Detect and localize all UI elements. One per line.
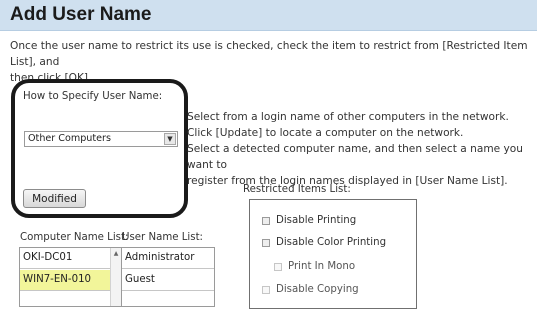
checkbox-icon[interactable] — [262, 216, 270, 225]
disable-color-printing-label: Disable Color Printing — [276, 237, 387, 248]
specify-method-label: How to Specify User Name: — [23, 91, 163, 102]
specify-method-select[interactable]: Other Computers ▼ — [24, 131, 178, 147]
user-list-item[interactable]: Administrator — [122, 248, 214, 269]
computer-list-item-selected[interactable]: WIN7-EN-010 — [20, 270, 111, 291]
computer-list-label: Computer Name List: — [20, 232, 129, 243]
help-line-1: Select from a login name of other comput… — [187, 111, 509, 123]
disable-copying-checkbox[interactable]: Disable Copying — [262, 284, 359, 295]
chevron-down-icon[interactable]: ▼ — [164, 133, 176, 145]
disable-color-printing-checkbox[interactable]: Disable Color Printing — [262, 237, 386, 248]
scroll-up-arrow-icon[interactable]: ▲ — [111, 250, 121, 257]
intro-line-1: Once the user name to restrict its use i… — [10, 40, 528, 68]
checkbox-icon[interactable] — [274, 262, 282, 271]
restricted-items-label: Restricted Items List: — [243, 184, 351, 195]
specify-method-panel: How to Specify User Name: Other Computer… — [11, 79, 188, 218]
disable-printing-checkbox[interactable]: Disable Printing — [262, 215, 356, 226]
modified-button[interactable]: Modified — [23, 189, 86, 208]
disable-printing-label: Disable Printing — [276, 215, 357, 226]
print-in-mono-checkbox[interactable]: Print In Mono — [274, 261, 355, 272]
help-line-2: Click [Update] to locate a computer on t… — [187, 127, 464, 139]
help-text: Select from a login name of other comput… — [187, 109, 532, 189]
help-line-4: register from the login names displayed … — [187, 175, 508, 187]
specify-method-value: Other Computers — [28, 133, 111, 144]
page-header: Add User Name — [0, 0, 537, 31]
computer-list-item[interactable]: OKI-DC01 — [20, 248, 111, 269]
user-list[interactable]: Administrator Guest — [121, 247, 215, 307]
page-title: Add User Name — [10, 4, 152, 25]
help-line-3: Select a detected computer name, and the… — [187, 143, 523, 171]
print-in-mono-label: Print In Mono — [288, 261, 356, 272]
restricted-items-box: Disable Printing Disable Color Printing … — [249, 199, 417, 309]
user-list-item[interactable]: Guest — [122, 270, 214, 291]
computer-list-scrollbar[interactable]: ▲ — [110, 248, 121, 306]
checkbox-icon[interactable] — [262, 285, 270, 294]
user-list-label: User Name List: — [122, 232, 203, 243]
disable-copying-label: Disable Copying — [276, 284, 359, 295]
checkbox-icon[interactable] — [262, 238, 270, 247]
computer-list[interactable]: OKI-DC01 WIN7-EN-010 ▲ — [19, 247, 122, 307]
